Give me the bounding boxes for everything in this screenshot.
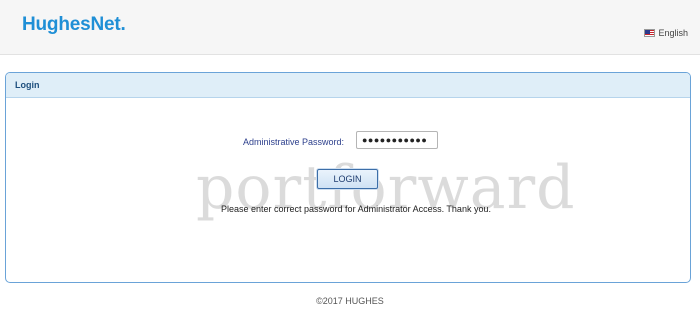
password-label: Administrative Password: — [243, 137, 345, 147]
hughesnet-logo: HughesNet. — [22, 14, 126, 36]
brand-name: HughesNet — [22, 14, 121, 35]
login-panel-title: Login — [6, 73, 690, 98]
language-selector[interactable]: English — [644, 28, 688, 38]
password-input[interactable]: ●●●●●●●●●●● — [356, 131, 438, 149]
footer-copyright: ©2017 HUGHES — [316, 296, 384, 306]
login-button[interactable]: LOGIN — [317, 169, 378, 189]
language-label: English — [658, 28, 688, 38]
login-message: Please enter correct password for Admini… — [221, 204, 491, 214]
top-header: HughesNet. English — [0, 0, 700, 55]
brand-dot: . — [120, 14, 126, 35]
us-flag-icon — [644, 29, 656, 37]
